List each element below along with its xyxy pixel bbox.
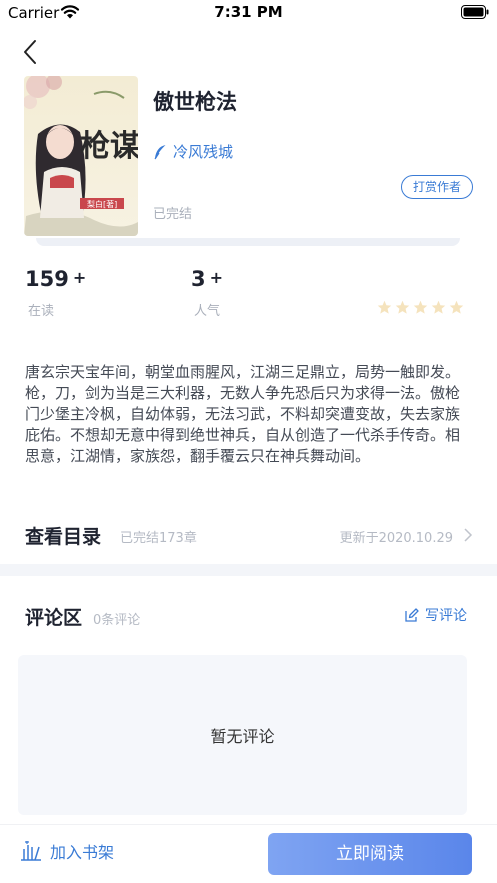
readers-label: 在读 [28,304,55,319]
star-icon [395,300,410,314]
read-now-button[interactable]: 立即阅读 [268,833,472,875]
book-cover: 枪谋 梨白[著] [24,76,138,236]
feather-icon [154,144,166,159]
book-status: 已完结 [153,207,193,222]
section-divider [0,564,497,576]
book-title: 傲世枪法 [153,90,237,114]
book-description: 唐玄宗天宝年间，朝堂血雨腥风，江湖三足鼎立，局势一触即发。枪，刀，剑为当是三大利… [25,363,461,465]
rating-stars [377,300,464,315]
comment-header: 评论区 0条评论 写评论 [0,598,497,634]
author-link[interactable]: 冷风残城 [153,141,233,162]
catalog-row[interactable]: 查看目录 已完结173章 更新于2020.10.29 [0,512,497,558]
battery-icon [461,5,489,19]
status-bar: Carrier 7:31 PM [0,0,497,28]
star-icon [413,300,428,314]
cover-shadow [36,238,460,246]
add-to-shelf-button[interactable]: 加入书架 [20,839,114,863]
catalog-update-date: 更新于2020.10.29 [339,531,453,546]
readers-plus: + [72,268,87,287]
star-icon [377,300,392,314]
edit-icon [405,607,419,622]
bookshelf-icon [21,841,41,861]
author-name: 冷风残城 [173,143,234,161]
comment-empty-box: 暂无评论 [18,655,467,815]
catalog-title: 查看目录 [25,526,102,548]
comment-section-title: 评论区 [25,607,83,629]
bottom-action-bar: 加入书架 立即阅读 [0,824,497,883]
add-to-shelf-label: 加入书架 [50,843,115,862]
catalog-chapter-count: 已完结173章 [120,531,197,546]
chevron-right-icon [464,528,473,542]
no-comments-text: 暂无评论 [210,727,275,746]
stat-popularity: 3 + 人气 [191,267,224,319]
clock: 7:31 PM [214,3,283,21]
popularity-label: 人气 [194,304,221,319]
reward-author-button[interactable]: 打赏作者 [401,175,473,199]
popularity-count: 3 [191,267,206,291]
cover-title-char-1: 枪谋 [80,129,138,164]
write-comment-button[interactable]: 写评论 [404,605,467,625]
readers-count: 159 [25,267,69,291]
stat-readers: 159 + 在读 [25,267,87,319]
write-comment-label: 写评论 [425,608,467,624]
cover-author: 梨白[著] [87,199,117,209]
popularity-plus: + [209,268,224,287]
star-icon [431,300,446,314]
star-icon [449,300,464,314]
back-button[interactable] [18,36,46,68]
comment-count: 0条评论 [93,613,141,628]
